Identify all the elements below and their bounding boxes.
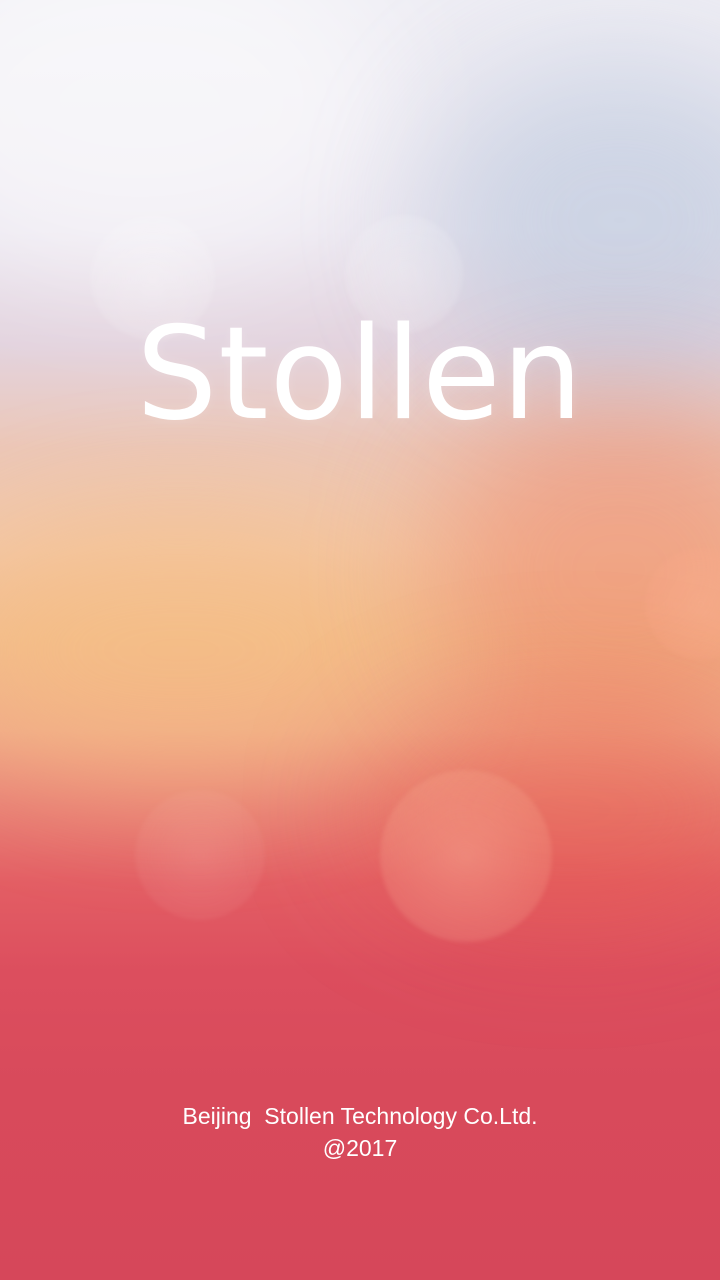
bokeh-circle xyxy=(135,790,265,920)
background-wash xyxy=(0,520,420,780)
splash-screen: Stollen Beijing Stollen Technology Co.Lt… xyxy=(0,0,720,1280)
copyright-text: @2017 xyxy=(322,1135,398,1161)
bokeh-circle xyxy=(380,770,552,942)
app-logo-text: Stollen xyxy=(136,300,584,449)
splash-footer: Beijing Stollen Technology Co.Ltd. @2017 xyxy=(0,1100,720,1164)
company-name: Beijing Stollen Technology Co.Ltd. xyxy=(182,1103,538,1129)
